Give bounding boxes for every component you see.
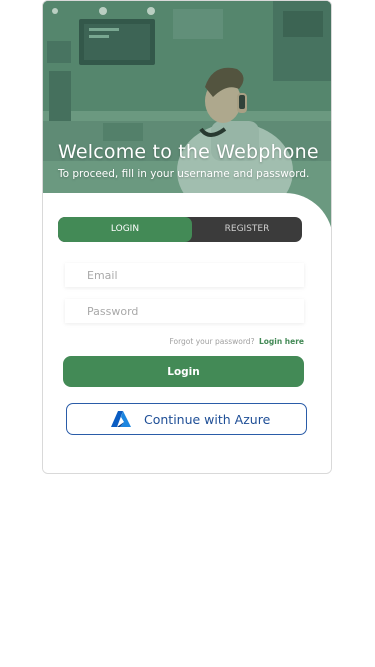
login-card: Welcome to the Webphone To proceed, fill… (42, 0, 332, 474)
auth-tabs: LOGIN REGISTER (58, 217, 302, 242)
continue-with-azure-button[interactable]: Continue with Azure (66, 403, 307, 435)
login-here-link[interactable]: Login here (259, 337, 304, 346)
password-field[interactable] (65, 299, 304, 323)
login-button[interactable]: Login (63, 356, 304, 387)
email-field[interactable] (65, 263, 304, 287)
azure-button-label: Continue with Azure (144, 412, 271, 427)
tab-register[interactable]: REGISTER (192, 217, 302, 242)
form-panel: LOGIN REGISTER Forgot your password? Log… (43, 193, 331, 473)
hero-subtitle: To proceed, fill in your username and pa… (58, 168, 310, 180)
forgot-password-row: Forgot your password? Login here (169, 337, 304, 346)
tab-login[interactable]: LOGIN (58, 217, 192, 242)
azure-logo-icon (111, 411, 131, 427)
hero-title: Welcome to the Webphone (58, 141, 319, 163)
forgot-password-text: Forgot your password? (169, 337, 255, 346)
